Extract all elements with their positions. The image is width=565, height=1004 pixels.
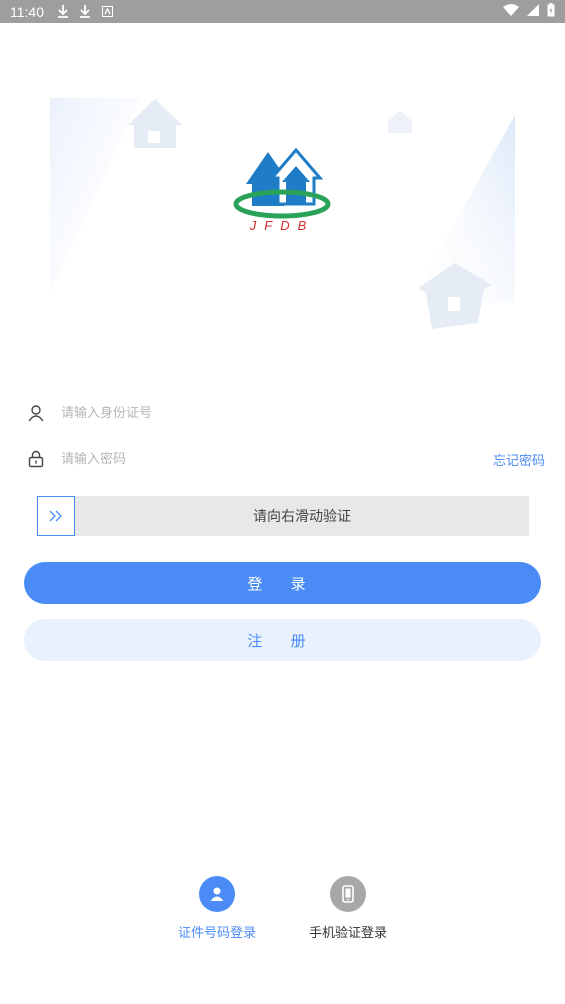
decorative-house-icon (388, 111, 412, 133)
phone-login-label: 手机验证登录 (308, 926, 387, 941)
user-icon (25, 402, 47, 424)
login-button[interactable]: 登 录 (24, 562, 541, 604)
id-number-input[interactable] (61, 405, 545, 421)
forgot-password-link[interactable]: 忘记密码 (493, 450, 545, 469)
phone-icon (330, 876, 366, 912)
status-time: 11:40 (10, 3, 44, 20)
logo-text: JFDB (249, 218, 315, 233)
signal-icon (527, 3, 539, 20)
download-icon (78, 5, 92, 19)
slide-verification: 请向右滑动验证 (37, 496, 529, 536)
app-notification-icon (100, 5, 114, 19)
app-logo: JFDB (232, 147, 332, 238)
phone-login-option[interactable]: 手机验证登录 (293, 876, 403, 941)
lock-icon (25, 448, 47, 470)
password-input[interactable] (61, 451, 493, 467)
battery-icon (547, 2, 555, 21)
person-icon (199, 876, 235, 912)
wifi-icon (503, 3, 519, 20)
double-chevron-right-icon (48, 507, 64, 526)
download-icon (56, 5, 70, 19)
password-row: 忘记密码 (25, 437, 545, 481)
register-button[interactable]: 注 册 (24, 619, 541, 661)
id-number-row (25, 391, 545, 435)
slider-label: 请向右滑动验证 (253, 509, 351, 525)
slider-handle[interactable] (37, 496, 75, 536)
id-login-label: 证件号码登录 (177, 926, 256, 941)
id-login-option[interactable]: 证件号码登录 (162, 876, 272, 941)
status-bar: 11:40 (0, 0, 565, 23)
